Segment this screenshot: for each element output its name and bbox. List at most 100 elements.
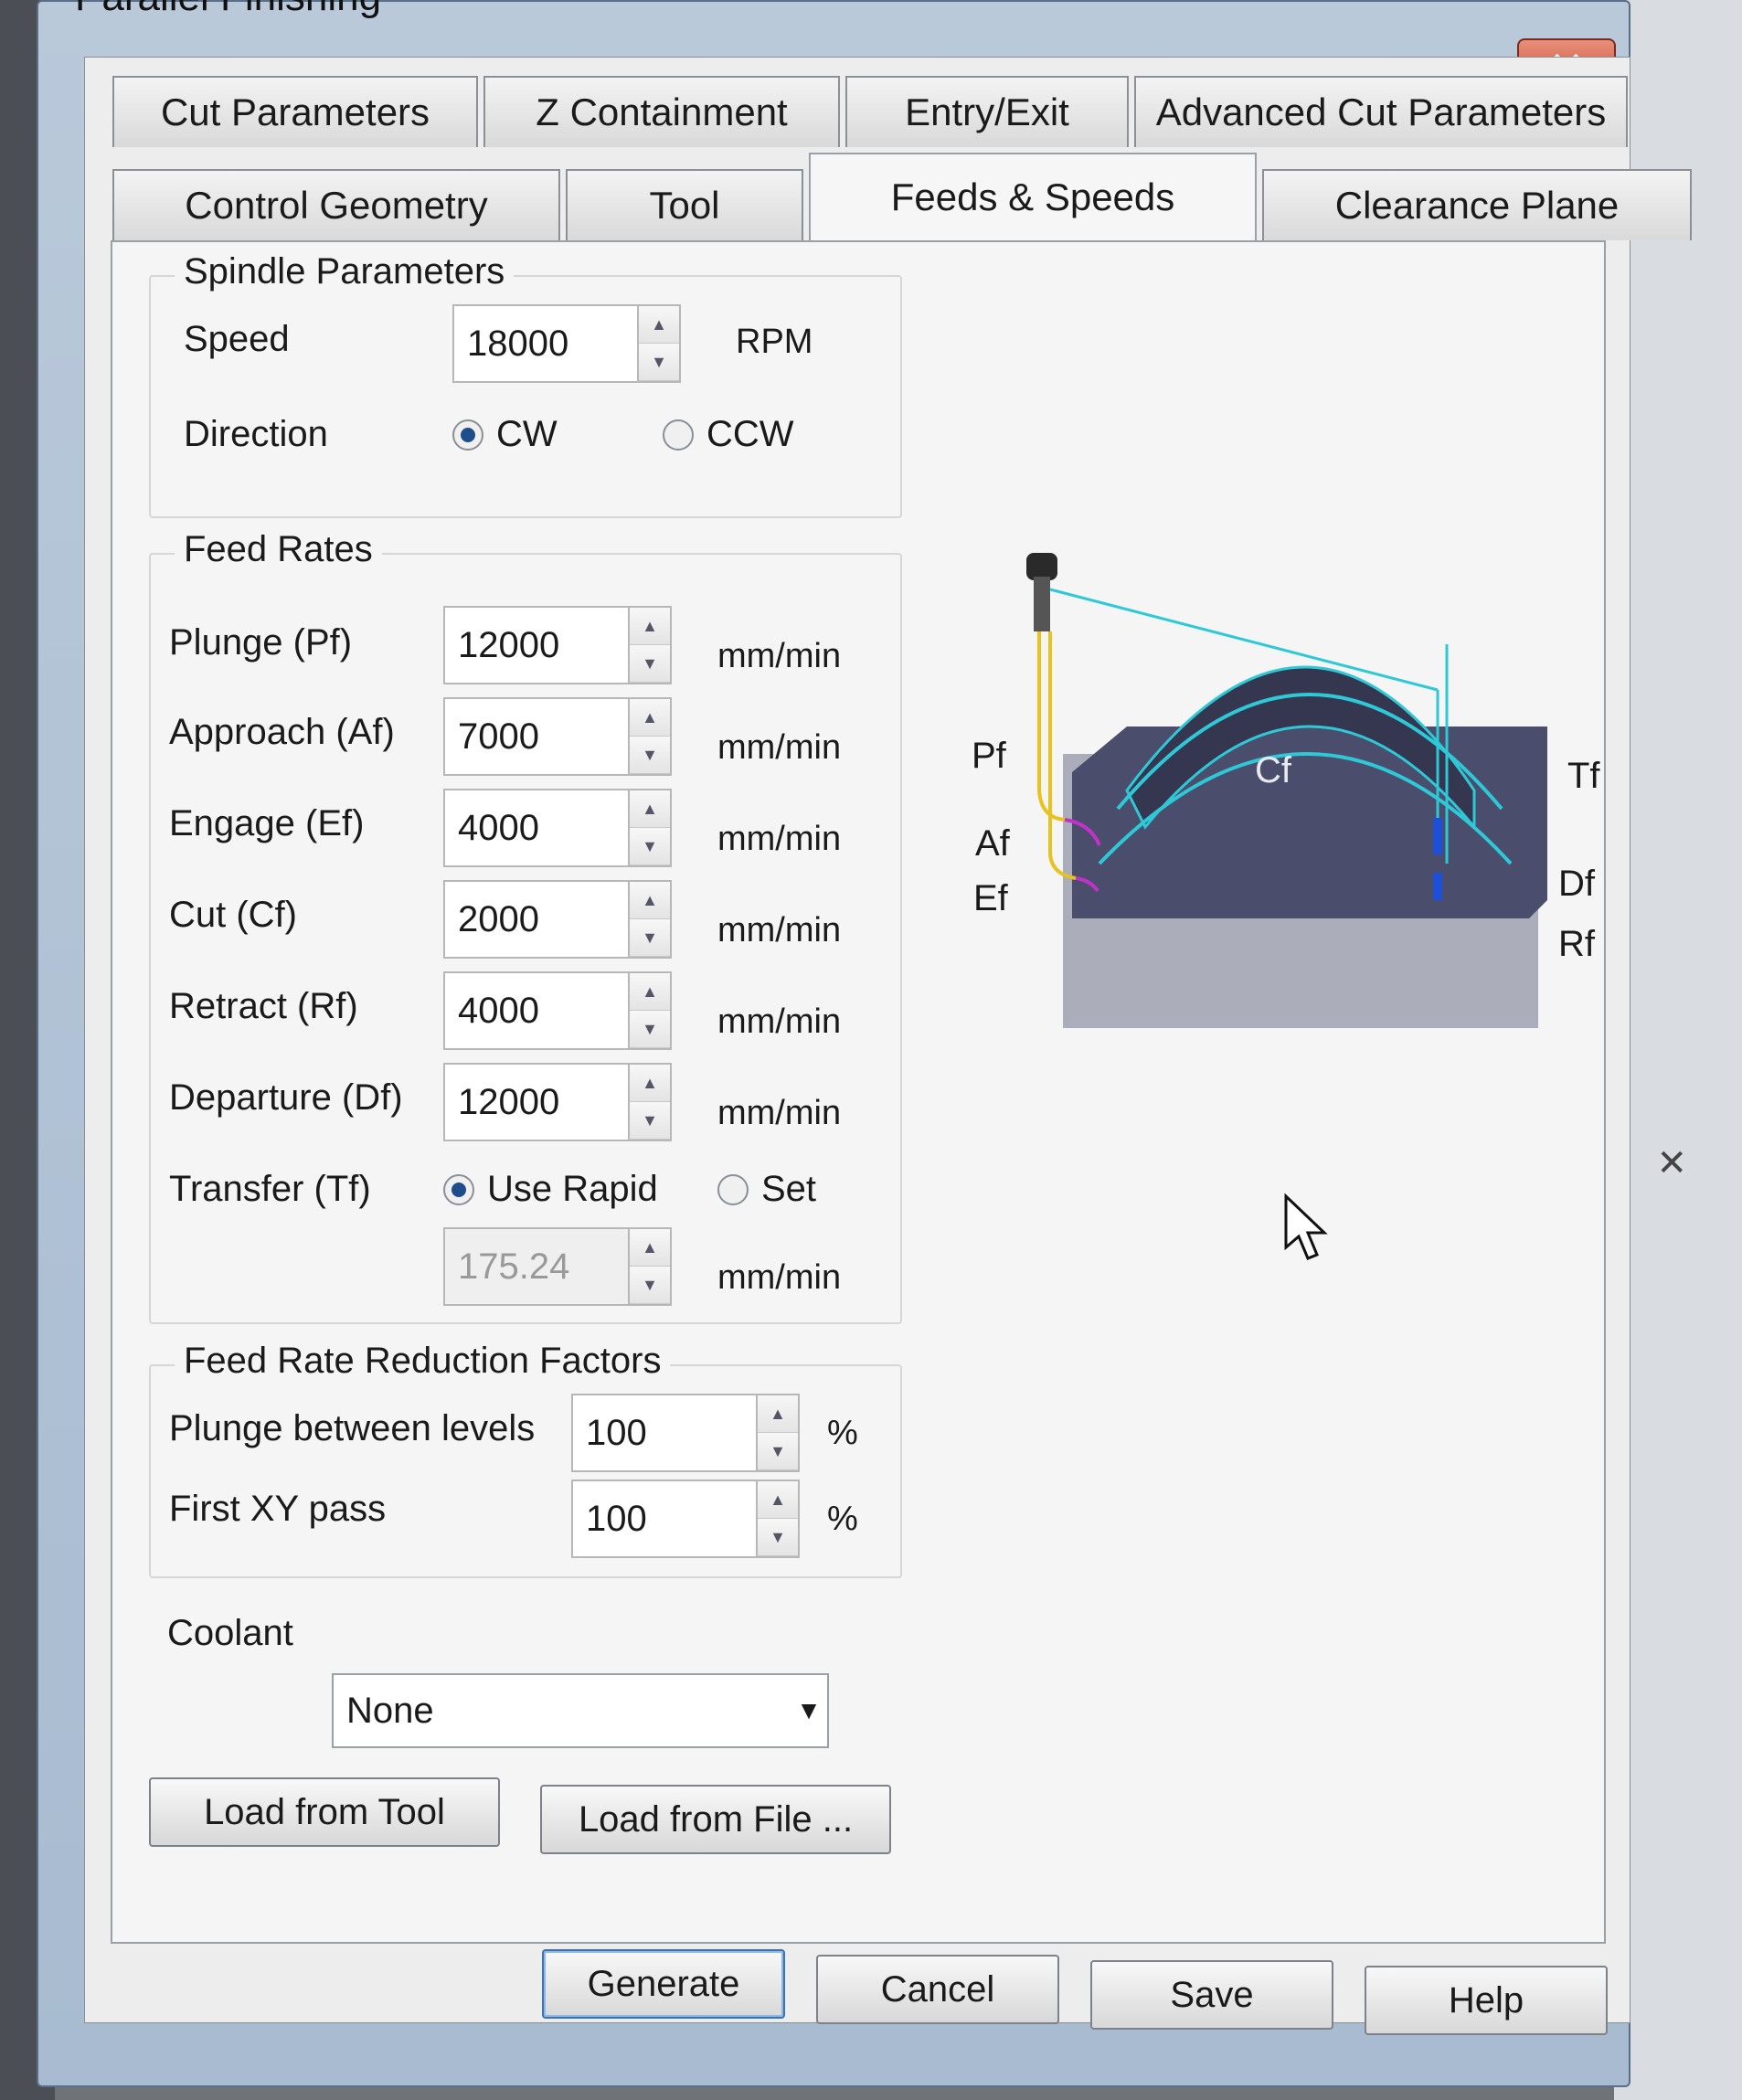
first-xy-pass-stepper[interactable]: ▲ ▼ bbox=[756, 1481, 798, 1556]
departure-value: 12000 bbox=[458, 1081, 560, 1122]
spin-down-icon[interactable]: ▼ bbox=[630, 1011, 670, 1048]
use-rapid-label: Use Rapid bbox=[487, 1169, 658, 1209]
spin-up-icon[interactable]: ▲ bbox=[630, 608, 670, 645]
spin-up-icon[interactable]: ▲ bbox=[630, 973, 670, 1011]
feed-rates-title: Feed Rates bbox=[175, 529, 382, 570]
spin-up-icon[interactable]: ▲ bbox=[758, 1481, 798, 1519]
feed-rate-diagram: Pf Af Ef Cf Tf Df Rf bbox=[962, 516, 1620, 1083]
retract-value: 4000 bbox=[458, 990, 539, 1031]
spin-down-icon[interactable]: ▼ bbox=[630, 828, 670, 865]
tab-advanced-cut-parameters[interactable]: Advanced Cut Parameters bbox=[1134, 76, 1628, 147]
tab-feeds-speeds[interactable]: Feeds & Speeds bbox=[809, 153, 1257, 240]
tab-clearance-plane[interactable]: Clearance Plane bbox=[1262, 169, 1692, 240]
rf-label: Rf bbox=[1558, 924, 1595, 964]
dialog-window: Parallel Finishing ✕ Cut Parameters Z Co… bbox=[37, 0, 1692, 2087]
plunge-unit: mm/min bbox=[717, 637, 842, 675]
reduction-factors-group: Feed Rate Reduction Factors Plunge betwe… bbox=[149, 1341, 902, 1578]
spin-down-icon[interactable]: ▼ bbox=[630, 919, 670, 957]
speed-value: 18000 bbox=[467, 323, 569, 364]
tab-z-containment[interactable]: Z Containment bbox=[483, 76, 840, 147]
first-xy-pass-label: First XY pass bbox=[169, 1489, 387, 1529]
spin-up-icon: ▲ bbox=[630, 1229, 670, 1267]
departure-marker bbox=[1433, 818, 1442, 854]
spin-down-icon[interactable]: ▼ bbox=[758, 1519, 798, 1556]
spin-down-icon[interactable]: ▼ bbox=[639, 344, 679, 381]
plunge-field[interactable]: 12000 ▲ ▼ bbox=[443, 606, 672, 684]
load-from-file-button[interactable]: Load from File ... bbox=[540, 1785, 891, 1854]
cut-stepper[interactable]: ▲ ▼ bbox=[628, 882, 670, 957]
spin-up-icon[interactable]: ▲ bbox=[630, 699, 670, 737]
engage-field[interactable]: 4000 ▲ ▼ bbox=[443, 789, 672, 867]
first-xy-pass-unit: % bbox=[827, 1500, 858, 1538]
generate-button[interactable]: Generate bbox=[542, 1949, 785, 2019]
spin-down-icon[interactable]: ▼ bbox=[758, 1433, 798, 1470]
cw-label: CW bbox=[496, 414, 558, 454]
engage-unit: mm/min bbox=[717, 820, 842, 858]
transfer-label: Transfer (Tf) bbox=[169, 1169, 371, 1209]
coolant-label: Coolant bbox=[167, 1613, 293, 1653]
coolant-select[interactable]: None ▼ bbox=[332, 1673, 829, 1748]
load-from-tool-button[interactable]: Load from Tool bbox=[149, 1777, 500, 1847]
retract-stepper[interactable]: ▲ ▼ bbox=[628, 973, 670, 1048]
first-xy-pass-value: 100 bbox=[586, 1498, 647, 1539]
tab-control-geometry[interactable]: Control Geometry bbox=[112, 169, 560, 240]
transfer-set-radio[interactable]: Set bbox=[717, 1169, 816, 1210]
transfer-path bbox=[1049, 588, 1439, 692]
retract-field[interactable]: 4000 ▲ ▼ bbox=[443, 971, 672, 1050]
speed-stepper[interactable]: ▲ ▼ bbox=[637, 306, 679, 381]
speed-field[interactable]: 18000 ▲ ▼ bbox=[452, 304, 681, 383]
pf-label: Pf bbox=[972, 736, 1006, 776]
spin-down-icon[interactable]: ▼ bbox=[630, 737, 670, 774]
engage-label: Engage (Ef) bbox=[169, 803, 365, 843]
cut-field[interactable]: 2000 ▲ ▼ bbox=[443, 880, 672, 959]
feeds-speeds-panel: Spindle Parameters Speed 18000 ▲ ▼ RPM D… bbox=[111, 240, 1606, 1944]
plunge-between-levels-label: Plunge between levels bbox=[169, 1408, 536, 1448]
spin-up-icon[interactable]: ▲ bbox=[639, 306, 679, 344]
plunge-value: 12000 bbox=[458, 624, 560, 665]
radio-selected-indicator bbox=[443, 1173, 474, 1205]
approach-stepper[interactable]: ▲ ▼ bbox=[628, 699, 670, 774]
spin-down-icon[interactable]: ▼ bbox=[630, 1102, 670, 1140]
first-xy-pass-field[interactable]: 100 ▲ ▼ bbox=[571, 1480, 800, 1558]
cf-label: Cf bbox=[1255, 750, 1291, 790]
spin-up-icon[interactable]: ▲ bbox=[630, 882, 670, 919]
ef-label: Ef bbox=[973, 878, 1008, 918]
dialog-body: Cut Parameters Z Containment Entry/Exit … bbox=[84, 57, 1692, 2035]
approach-field[interactable]: 7000 ▲ ▼ bbox=[443, 697, 672, 776]
engage-stepper[interactable]: ▲ ▼ bbox=[628, 790, 670, 865]
direction-ccw-radio[interactable]: CCW bbox=[663, 414, 794, 455]
background-close-icon: ✕ bbox=[1656, 1143, 1687, 1183]
departure-field[interactable]: 12000 ▲ ▼ bbox=[443, 1063, 672, 1141]
speed-unit: RPM bbox=[736, 323, 813, 361]
spin-down-icon[interactable]: ▼ bbox=[630, 645, 670, 683]
tab-entry-exit[interactable]: Entry/Exit bbox=[845, 76, 1129, 147]
approach-unit: mm/min bbox=[717, 728, 842, 767]
transfer-unit: mm/min bbox=[717, 1258, 842, 1297]
cancel-button[interactable]: Cancel bbox=[816, 1955, 1059, 2024]
help-button[interactable]: Help bbox=[1365, 1966, 1608, 2035]
transfer-rate-value: 175.24 bbox=[458, 1246, 570, 1287]
ccw-label: CCW bbox=[706, 414, 794, 454]
approach-value: 7000 bbox=[458, 716, 539, 757]
tab-cut-parameters[interactable]: Cut Parameters bbox=[112, 76, 478, 147]
departure-stepper[interactable]: ▲ ▼ bbox=[628, 1065, 670, 1140]
retract-unit: mm/min bbox=[717, 1002, 842, 1041]
transfer-use-rapid-radio[interactable]: Use Rapid bbox=[443, 1169, 658, 1210]
df-label: Df bbox=[1558, 864, 1595, 904]
cut-label: Cut (Cf) bbox=[169, 895, 297, 935]
plunge-between-levels-field[interactable]: 100 ▲ ▼ bbox=[571, 1394, 800, 1472]
save-button[interactable]: Save bbox=[1090, 1960, 1333, 2030]
cut-unit: mm/min bbox=[717, 911, 842, 949]
spin-up-icon[interactable]: ▲ bbox=[758, 1395, 798, 1433]
plunge-stepper[interactable]: ▲ ▼ bbox=[628, 608, 670, 683]
spindle-parameters-title: Spindle Parameters bbox=[175, 251, 515, 292]
plunge-between-levels-unit: % bbox=[827, 1414, 858, 1452]
spindle-parameters-group: Spindle Parameters Speed 18000 ▲ ▼ RPM D… bbox=[149, 251, 902, 518]
tab-tool[interactable]: Tool bbox=[566, 169, 803, 240]
spin-up-icon[interactable]: ▲ bbox=[630, 790, 670, 828]
plunge-between-levels-stepper[interactable]: ▲ ▼ bbox=[756, 1395, 798, 1470]
spin-up-icon[interactable]: ▲ bbox=[630, 1065, 670, 1102]
chevron-down-icon[interactable]: ▼ bbox=[791, 1696, 827, 1725]
direction-cw-radio[interactable]: CW bbox=[452, 414, 558, 455]
tool-shank bbox=[1034, 577, 1050, 631]
